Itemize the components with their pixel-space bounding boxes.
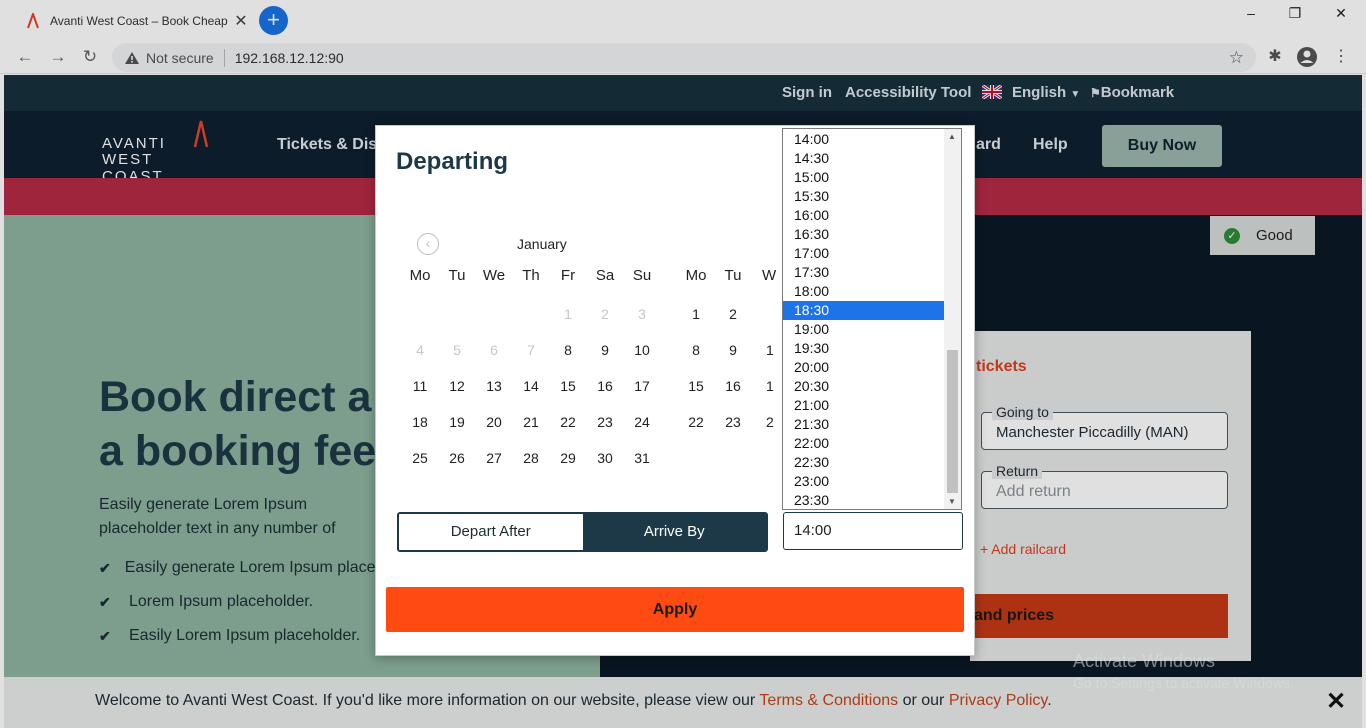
calendar-day[interactable]: 8 — [553, 342, 583, 358]
time-option[interactable]: 23:30 — [783, 491, 945, 509]
scrollbar-thumb[interactable] — [947, 350, 958, 493]
calendar-day[interactable]: 18 — [405, 414, 435, 430]
calendar-day[interactable]: 22 — [553, 414, 583, 430]
time-option[interactable]: 16:30 — [783, 225, 945, 244]
calendar-day[interactable]: 5 — [442, 342, 472, 358]
weekday-header: Tu — [724, 267, 742, 284]
calendar-day[interactable]: 28 — [516, 450, 546, 466]
scroll-down-icon[interactable]: ▼ — [948, 497, 956, 506]
time-option[interactable]: 19:30 — [783, 339, 945, 358]
time-option[interactable]: 15:00 — [783, 168, 945, 187]
time-option[interactable]: 18:30 — [783, 301, 945, 320]
weekday-header: Sa — [595, 267, 615, 284]
calendar-day[interactable]: 2 — [766, 414, 776, 430]
calendar-day[interactable]: 31 — [627, 450, 657, 466]
time-select[interactable]: 14:00 — [783, 512, 963, 550]
calendar-day[interactable]: 1 — [766, 378, 776, 394]
previous-month-icon[interactable]: ‹ — [417, 233, 439, 255]
apply-button[interactable]: Apply — [386, 587, 964, 632]
calendar-day[interactable]: 30 — [590, 450, 620, 466]
calendar-day[interactable]: 9 — [718, 342, 748, 358]
scroll-up-icon[interactable]: ▲ — [948, 132, 956, 141]
weekday-header: Mo — [409, 267, 431, 284]
calendar-day[interactable]: 20 — [479, 414, 509, 430]
calendar-day[interactable]: 24 — [627, 414, 657, 430]
weekday-header: Fr — [560, 267, 576, 284]
time-option[interactable]: 22:00 — [783, 434, 945, 453]
calendar-day[interactable]: 16 — [590, 378, 620, 394]
calendar-day[interactable]: 15 — [681, 378, 711, 394]
calendar-day[interactable]: 8 — [681, 342, 711, 358]
time-option[interactable]: 14:30 — [783, 149, 945, 168]
calendar-day[interactable]: 23 — [590, 414, 620, 430]
weekday-header: Su — [632, 267, 652, 284]
calendar-day[interactable]: 1 — [553, 306, 583, 322]
calendar-day[interactable]: 9 — [590, 342, 620, 358]
time-option[interactable]: 20:00 — [783, 358, 945, 377]
time-option[interactable]: 17:00 — [783, 244, 945, 263]
calendar-day[interactable]: 27 — [479, 450, 509, 466]
time-option[interactable]: 21:00 — [783, 396, 945, 415]
time-option[interactable]: 17:30 — [783, 263, 945, 282]
time-option[interactable]: 16:00 — [783, 206, 945, 225]
calendar-day[interactable]: 22 — [681, 414, 711, 430]
modal-title: Departing — [396, 148, 509, 175]
weekday-header: Mo — [685, 267, 707, 284]
time-options: 14:00 14:30 15:00 15:30 16:00 16:30 17:00 17:30… — [783, 130, 945, 509]
calendar-day[interactable]: 25 — [405, 450, 435, 466]
time-option[interactable]: 20:30 — [783, 377, 945, 396]
weekday-header: Tu — [448, 267, 466, 284]
calendar-day[interactable]: 17 — [627, 378, 657, 394]
time-dropdown-list[interactable]: 14:00 14:30 15:00 15:30 16:00 16:30 17:00 17:30… — [782, 128, 962, 510]
calendar-day[interactable]: 16 — [718, 378, 748, 394]
time-option[interactable]: 15:30 — [783, 187, 945, 206]
time-option[interactable]: 18:00 — [783, 282, 945, 301]
calendar-day[interactable]: 13 — [479, 378, 509, 394]
calendar-day[interactable]: 11 — [405, 378, 435, 394]
calendar-day[interactable]: 14 — [516, 378, 546, 394]
calendar-day[interactable]: 21 — [516, 414, 546, 430]
weekday-header: We — [482, 267, 506, 284]
calendar-day[interactable]: 6 — [479, 342, 509, 358]
arrive-by-option[interactable]: Arrive By — [582, 514, 766, 550]
calendar-day[interactable]: 1 — [681, 306, 711, 322]
time-option[interactable]: 22:30 — [783, 453, 945, 472]
weekday-header: Th — [522, 267, 540, 284]
calendar-day[interactable]: 7 — [516, 342, 546, 358]
month-label: January — [517, 236, 567, 252]
calendar-day[interactable]: 29 — [553, 450, 583, 466]
depart-after-option[interactable]: Depart After — [399, 514, 583, 550]
calendar-day[interactable]: 10 — [627, 342, 657, 358]
depart-arrive-toggle: Depart After Arrive By — [397, 512, 768, 552]
calendar-day[interactable]: 4 — [405, 342, 435, 358]
weekday-header: W — [762, 267, 777, 284]
dropdown-scrollbar[interactable]: ▲ ▼ — [944, 129, 961, 509]
calendar-day[interactable]: 2 — [718, 306, 748, 322]
time-option[interactable]: 21:30 — [783, 415, 945, 434]
calendar-day[interactable]: 12 — [442, 378, 472, 394]
time-option[interactable]: 14:00 — [783, 130, 945, 149]
time-option[interactable]: 19:00 — [783, 320, 945, 339]
calendar-day[interactable]: 19 — [442, 414, 472, 430]
calendar-day[interactable]: 15 — [553, 378, 583, 394]
time-option[interactable]: 23:00 — [783, 472, 945, 491]
calendar-day[interactable]: 1 — [766, 342, 776, 358]
calendar-day[interactable]: 26 — [442, 450, 472, 466]
calendar-day[interactable]: 23 — [718, 414, 748, 430]
calendar-day[interactable]: 3 — [627, 306, 657, 322]
calendar-day[interactable]: 2 — [590, 306, 620, 322]
